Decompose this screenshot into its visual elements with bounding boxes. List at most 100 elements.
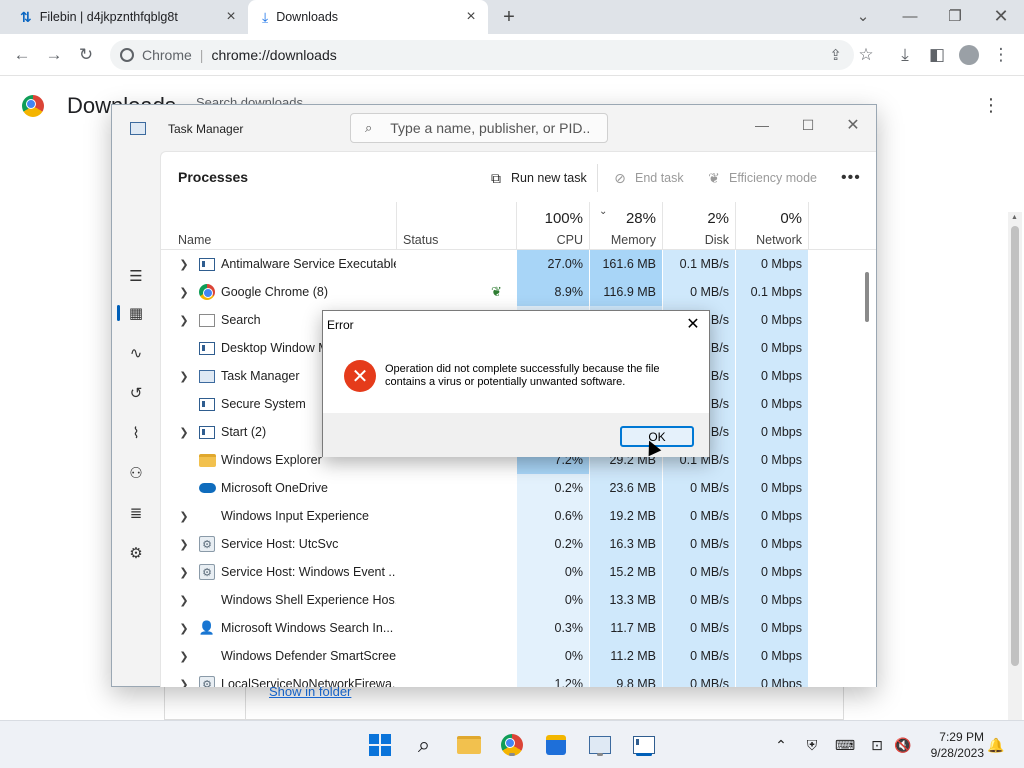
keyboard-icon[interactable]: ⌨ [835,735,855,755]
download-icon: ⤓ [262,8,269,25]
table-row[interactable]: ❯ ⚙ Service Host: UtcSvc 0.2% 16.3 MB 0 MB/s 0… [161,530,876,558]
scrollbar-thumb[interactable] [1011,226,1019,666]
startup-apps-icon[interactable]: ⌇ [126,423,146,443]
chevron-right-icon[interactable]: ❯ [178,586,190,614]
notification-bell-icon[interactable]: 🔔 [986,735,1006,755]
table-row[interactable]: ❯ 👤 Microsoft Windows Search In... 0.3% 11.7… [161,614,876,642]
show-hidden-icons-chevron-icon[interactable]: ⌃ [771,735,791,755]
table-row[interactable]: ❯ Antimalware Service Executable 27.0% 161.… [161,250,876,278]
clock-date: 9/28/2023 [930,746,984,760]
tab-search-icon[interactable]: ⌄ [843,2,883,30]
close-window-button[interactable]: ✕ [833,111,873,139]
process-name: Service Host: Windows Event ... [221,565,396,579]
table-row[interactable]: ❯ ⚙ Service Host: Windows Event ... 0% 15.2 … [161,558,876,586]
column-header-status[interactable]: Status [403,233,438,247]
table-row[interactable]: ❯ Google Chrome (8) ❦ 8.9% 116.9 MB 0 MB/s 0.1… [161,278,876,306]
column-header-memory[interactable]: Memory [601,233,656,247]
downloads-button-icon[interactable]: ⤓ [892,42,918,68]
task-manager-taskbar-button[interactable] [586,731,614,759]
chrome-taskbar-button[interactable] [498,731,526,759]
system-clock[interactable]: 7:29 PM 9/28/2023 [918,729,984,761]
back-button[interactable]: ← [9,42,35,68]
network-total-percent[interactable]: 0% [753,210,802,227]
column-divider [589,202,590,250]
chevron-right-icon[interactable]: ❯ [178,558,190,586]
dialog-close-button[interactable]: ✕ [681,313,705,335]
end-task-button[interactable]: ⊘ End task [611,167,684,189]
search-icon[interactable]: ⌕ [410,731,438,759]
chevron-right-icon[interactable]: ❯ [178,502,190,530]
page-scrollbar[interactable]: ▲ ▼ [1008,212,1022,768]
disk-total-percent[interactable]: 2% [681,210,729,227]
task-manager-sidenav: ☰ ▦ ∿ ↺ ⌇ ⚇ ≣ ⚙ ⚙ [112,151,160,768]
gear-icon: ⚙ [198,670,216,687]
chevron-right-icon[interactable]: ❯ [178,642,190,670]
chevron-right-icon[interactable]: ❯ [178,614,190,642]
hamburger-menu-icon[interactable]: ☰ [126,266,146,286]
chevron-right-icon[interactable]: ❯ [178,306,190,334]
column-header-disk[interactable]: Disk [681,233,729,247]
app-history-icon[interactable]: ↺ [126,383,146,403]
file-explorer-button[interactable] [455,731,483,759]
tab-filebin[interactable]: ⇅ Filebin | d4jkpznthfqblg8t × [8,0,248,34]
details-icon[interactable]: ≣ [126,503,146,523]
efficiency-mode-button[interactable]: ❦ Efficiency mode [705,167,817,189]
minimize-button[interactable]: — [742,111,782,139]
scroll-up-icon[interactable]: ▲ [1011,214,1018,221]
chevron-right-icon[interactable]: ❯ [178,250,190,278]
memory-value: 116.9 MB [590,278,662,306]
profile-avatar-icon[interactable] [956,42,982,68]
side-panel-icon[interactable]: ◧ [924,42,950,68]
table-row[interactable]: ❯ Windows Defender SmartScreen 0% 11.2 MB 0 … [161,642,876,670]
process-search-box[interactable]: ⌕ [350,113,608,143]
process-list-scrollbar[interactable] [865,272,869,322]
share-icon[interactable]: ⇪ [829,46,842,64]
processes-icon[interactable]: ▦ [126,303,146,323]
process-status [403,530,513,558]
network-icon[interactable]: ⊡ [867,735,887,755]
table-row[interactable]: Microsoft OneDrive 0.2% 23.6 MB 0 MB/s 0 Mbp… [161,474,876,502]
chevron-right-icon[interactable]: ❯ [178,278,190,306]
chevron-right-icon[interactable]: ❯ [178,362,190,390]
close-window-button[interactable]: ✕ [981,2,1021,30]
close-icon[interactable]: × [462,8,480,26]
table-row[interactable]: ❯ Windows Input Experience 0.6% 19.2 MB 0 MB… [161,502,876,530]
command-divider [597,164,598,192]
search-input[interactable] [390,120,591,136]
network-value: 0 Mbps [736,558,808,586]
table-row[interactable]: ❯ ⚙ LocalServiceNoNetworkFirewa... 1.2% 9.8 … [161,670,876,687]
chrome-menu-icon[interactable]: ⋮ [988,42,1014,68]
chevron-right-icon[interactable]: ❯ [178,530,190,558]
services-icon[interactable]: ⚙ [126,543,146,563]
memory-value: 161.6 MB [590,250,662,278]
volume-muted-icon[interactable]: 🔇 [893,735,913,755]
active-app-taskbar-button[interactable] [630,731,658,759]
maximize-button[interactable]: ☐ [788,111,828,139]
start-button[interactable] [366,731,394,759]
bookmark-star-icon[interactable]: ☆ [853,42,879,68]
store-button[interactable] [542,731,570,759]
run-new-task-button[interactable]: ⧉ Run new task [487,167,587,189]
chevron-right-icon[interactable]: ❯ [178,418,190,446]
cpu-total-percent[interactable]: 100% [531,210,583,227]
table-row[interactable]: ❯ Windows Shell Experience Hos... 0% 13.3 M… [161,586,876,614]
new-tab-button[interactable]: + [498,6,520,28]
column-header-cpu[interactable]: CPU [531,233,583,247]
users-icon[interactable]: ⚇ [126,463,146,483]
address-bar[interactable]: Chrome | chrome://downloads ⇪ [110,40,854,70]
tab-downloads[interactable]: ⤓ Downloads × [248,0,488,34]
minimize-button[interactable]: — [890,2,930,30]
defender-tray-icon[interactable]: ⛨ [802,735,822,755]
column-header-network[interactable]: Network [741,233,802,247]
memory-total-percent[interactable]: 28% [601,210,656,227]
forward-button[interactable]: → [41,42,67,68]
close-icon[interactable]: × [222,8,240,26]
omnibox-scheme: Chrome [142,47,192,63]
chevron-right-icon[interactable]: ❯ [178,670,190,688]
more-options-icon[interactable]: ••• [841,167,861,189]
reload-button[interactable]: ↻ [73,42,99,68]
column-header-name[interactable]: Name [178,233,211,247]
restore-button[interactable]: ❐ [935,2,975,30]
page-menu-icon[interactable]: ⋮ [982,95,1000,116]
performance-icon[interactable]: ∿ [126,343,146,363]
